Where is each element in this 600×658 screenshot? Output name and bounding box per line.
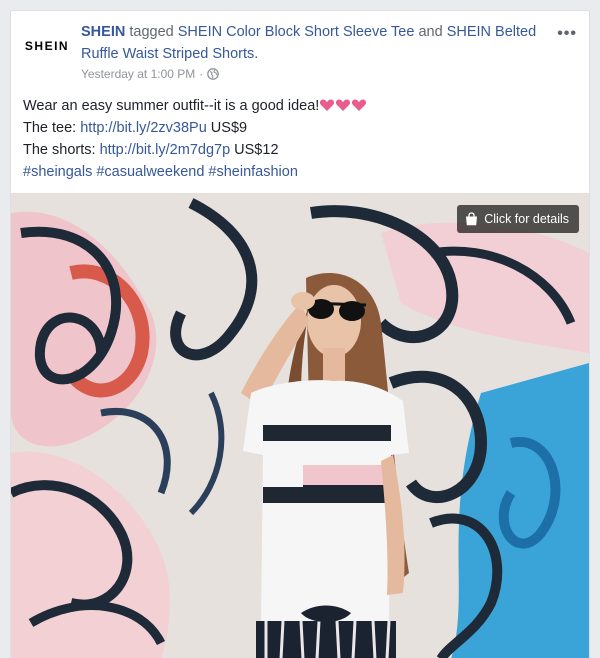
post-photo[interactable]: Click for details (11, 193, 589, 658)
and-text: and (414, 24, 447, 40)
shorts-price: US$12 (230, 142, 279, 158)
click-for-details-button[interactable]: Click for details (457, 205, 579, 233)
meta-separator: · (199, 67, 204, 81)
message-line-1: Wear an easy summer outfit--it is a good… (23, 95, 579, 117)
heart-icon (335, 97, 351, 111)
shorts-url-link[interactable]: http://bit.ly/2m7dg7p (100, 142, 231, 158)
shorts-label: The shorts: (23, 142, 100, 158)
hashtag-casualweekend[interactable]: #casualweekend (96, 164, 204, 180)
message-line-2: The tee: http://bit.ly/2zv38Pu US$9 (23, 117, 579, 139)
photo-illustration (11, 193, 589, 658)
message-line-3: The shorts: http://bit.ly/2m7dg7p US$12 (23, 139, 579, 161)
post-timestamp[interactable]: Yesterday at 1:00 PM (81, 67, 195, 81)
heart-icon (319, 97, 335, 111)
more-options-icon[interactable]: ••• (557, 25, 577, 43)
logo-text: SHEIN (24, 39, 70, 53)
page-avatar-logo[interactable]: SHEIN (19, 31, 75, 61)
tagged-product-tee-link[interactable]: SHEIN Color Block Short Sleeve Tee (178, 24, 415, 40)
heart-icon (351, 97, 367, 111)
tagged-text: tagged (125, 24, 178, 40)
page-name-link[interactable]: SHEIN (81, 24, 125, 40)
post-message: Wear an easy summer outfit--it is a good… (23, 95, 579, 183)
tee-url-link[interactable]: http://bit.ly/2zv38Pu (80, 120, 207, 136)
shopping-bag-icon (465, 212, 478, 226)
hashtag-sheingals[interactable]: #sheingals (23, 164, 92, 180)
post-header: SHEIN tagged SHEIN Color Block Short Sle… (81, 21, 551, 65)
hashtag-sheinfashion[interactable]: #sheinfashion (208, 164, 298, 180)
message-text: Wear an easy summer outfit--it is a good… (23, 98, 320, 114)
tee-label: The tee: (23, 120, 81, 136)
message-line-4: #sheingals #casualweekend #sheinfashion (23, 161, 579, 183)
globe-icon[interactable] (207, 68, 220, 80)
details-label: Click for details (484, 212, 569, 226)
post-card: SHEIN SHEIN tagged SHEIN Color Block Sho… (10, 10, 590, 658)
tee-price: US$9 (206, 120, 248, 136)
post-meta: Yesterday at 1:00 PM · (81, 67, 220, 81)
